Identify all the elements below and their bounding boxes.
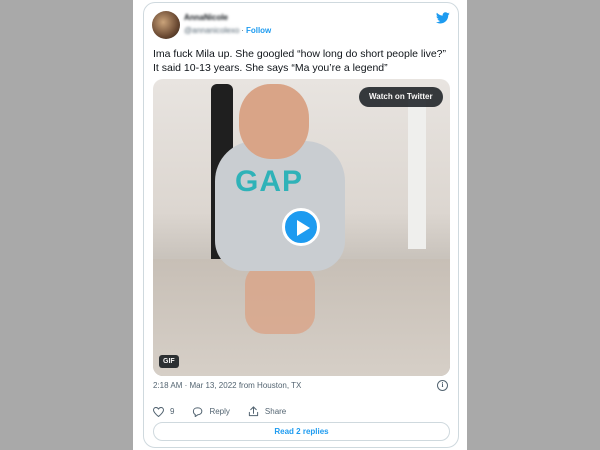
embed-page: AnnaNicole @annanicolexo · Follow Ima fu…: [133, 0, 467, 450]
handle-row: @annanicolexo · Follow: [184, 26, 271, 35]
backdrop-right: [467, 0, 600, 450]
reply-label: Reply: [209, 407, 230, 416]
play-icon: [297, 220, 310, 236]
timestamp[interactable]: 2:18 AM · Mar 13, 2022 from Houston, TX: [153, 381, 301, 390]
info-icon[interactable]: i: [437, 380, 448, 391]
action-bar: 9 Reply Share: [153, 406, 304, 417]
avatar[interactable]: [152, 11, 180, 39]
watch-on-twitter-button[interactable]: Watch on Twitter: [359, 87, 443, 107]
child-shirt: [215, 141, 345, 271]
gif-media[interactable]: GAP Watch on Twitter GIF: [153, 79, 450, 376]
background-doorframe: [408, 99, 426, 249]
gif-badge: GIF: [159, 355, 179, 368]
twitter-bird-icon[interactable]: [436, 12, 450, 24]
share-button[interactable]: Share: [248, 406, 286, 417]
share-icon: [248, 406, 259, 417]
author-handle[interactable]: @annanicolexo: [184, 26, 239, 35]
like-button[interactable]: 9: [153, 406, 175, 417]
shirt-logo: GAP: [235, 165, 304, 198]
heart-icon: [153, 406, 164, 417]
follow-link[interactable]: Follow: [246, 26, 271, 35]
share-label: Share: [264, 407, 287, 416]
separator-dot: ·: [241, 26, 244, 35]
child-head: [239, 84, 309, 159]
tweet-text: Ima fuck Mila up. She googled “how long …: [153, 48, 447, 74]
reply-icon: [193, 406, 203, 417]
read-replies-button[interactable]: Read 2 replies: [153, 422, 450, 441]
author-name[interactable]: AnnaNicole: [184, 13, 228, 22]
like-count: 9: [170, 407, 175, 416]
backdrop-left: [0, 0, 133, 450]
tweet-card: AnnaNicole @annanicolexo · Follow Ima fu…: [143, 2, 459, 448]
reply-button[interactable]: Reply: [192, 406, 230, 417]
child-legs: [245, 264, 315, 334]
play-button[interactable]: [282, 208, 320, 246]
